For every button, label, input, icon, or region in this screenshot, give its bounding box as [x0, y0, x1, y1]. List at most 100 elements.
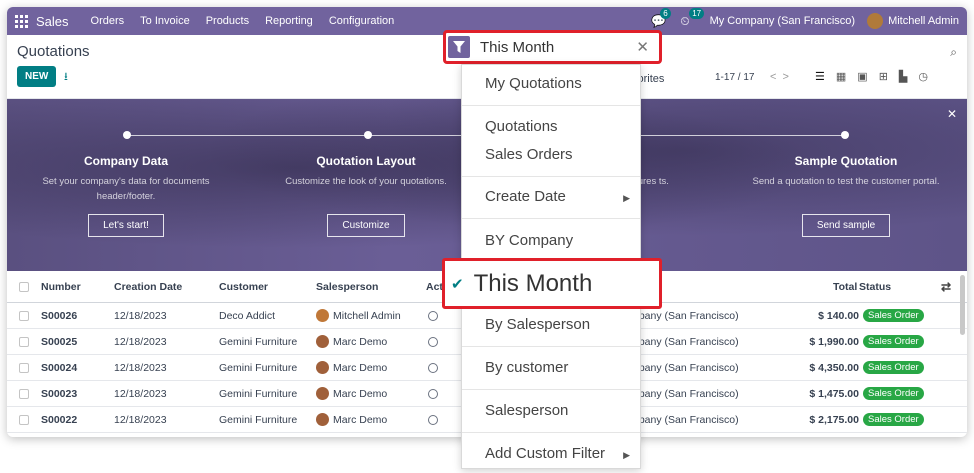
menu-reporting[interactable]: Reporting [265, 15, 313, 27]
filter-this-month-label: This Month [473, 269, 593, 297]
order-number: S00026 [41, 309, 78, 322]
pager-arrows[interactable]: <> [770, 71, 795, 83]
company-switcher[interactable]: My Company (San Francisco) [710, 15, 856, 27]
divider [462, 176, 640, 177]
column-creation-date[interactable]: Creation Date [114, 271, 182, 302]
avatar [316, 361, 329, 374]
user-name: Mitchell Admin [888, 15, 959, 27]
menu-products[interactable]: Products [206, 15, 249, 27]
avatar [316, 387, 329, 400]
step-description: Customize the look of your quotations. [285, 176, 447, 187]
pager-value[interactable]: 1-17 / 17 [715, 72, 754, 83]
close-icon[interactable]: ✕ [947, 107, 957, 121]
search-bar[interactable]: This Month ✕ [443, 30, 662, 64]
filter-icon [448, 36, 470, 58]
calendar-view-icon[interactable]: ▣ [857, 70, 867, 83]
chat-icon[interactable]: 💬 6 [651, 8, 671, 28]
column-activities[interactable]: Act [426, 271, 443, 302]
filter-my-quotations[interactable]: My Quotations [485, 75, 582, 92]
chat-badge: 6 [660, 8, 671, 19]
step-title: Quotation Layout [316, 154, 416, 168]
status-badge: Sales Order [863, 387, 924, 400]
activity-badge: 17 [689, 7, 705, 19]
filter-by-company[interactable]: BY Company [485, 232, 573, 249]
filter-sales-orders[interactable]: Sales Orders [485, 146, 573, 163]
menu-orders[interactable]: Orders [91, 15, 125, 27]
lets-start-button[interactable]: Let's start! [88, 214, 164, 237]
menu-to-invoice[interactable]: To Invoice [140, 15, 190, 27]
search-icon[interactable]: ⌕ [950, 45, 957, 60]
divider [462, 105, 640, 106]
vertical-scrollbar[interactable] [960, 275, 965, 335]
activity-clock-icon[interactable] [428, 310, 438, 321]
pivot-view-icon[interactable]: ⊞ [879, 70, 888, 83]
activity-clock-icon[interactable]: ⏲ 17 [680, 7, 705, 29]
divider [462, 389, 640, 390]
creation-date: 12/18/2023 [114, 387, 167, 400]
filter-this-month-selected[interactable]: ✔ This Month [442, 258, 662, 309]
search-facet-value: This Month [480, 38, 555, 56]
activity-clock-icon[interactable] [428, 336, 438, 347]
company: npany (San Francisco) [633, 387, 739, 400]
user-menu[interactable]: Mitchell Admin [867, 13, 959, 29]
total-amount: $ 4,350.00 [809, 361, 859, 374]
kanban-view-icon[interactable]: ▦ [836, 70, 846, 83]
salesperson: Marc Demo [333, 387, 388, 400]
row-checkbox[interactable] [19, 388, 29, 399]
filter-create-date[interactable]: Create Date [485, 188, 566, 205]
activity-clock-icon[interactable] [428, 388, 438, 399]
step-dot [123, 131, 131, 139]
activity-clock-icon[interactable] [428, 362, 438, 373]
column-customer[interactable]: Customer [219, 271, 268, 302]
avatar [316, 413, 329, 426]
step-description: Set your company's data for documents he… [42, 176, 210, 202]
app-name[interactable]: Sales [36, 14, 69, 29]
avatar [316, 335, 329, 348]
customer: Gemini Furniture [219, 413, 298, 426]
download-icon[interactable]: ⭳ [64, 68, 68, 87]
step-quotation-layout: Quotation Layout Customize the look of y… [271, 154, 461, 237]
menu-configuration[interactable]: Configuration [329, 15, 394, 27]
add-custom-filter[interactable]: Add Custom Filter [485, 445, 605, 462]
filter-quotations[interactable]: Quotations [485, 118, 558, 135]
divider [462, 346, 640, 347]
chevron-right-icon[interactable]: > [782, 71, 794, 83]
total-amount: $ 1,475.00 [809, 387, 859, 400]
total-amount: $ 140.00 [818, 309, 859, 322]
salesperson: Marc Demo [333, 361, 388, 374]
salesperson: Marc Demo [333, 335, 388, 348]
group-by-salesperson[interactable]: By Salesperson [485, 316, 590, 333]
row-checkbox[interactable] [19, 362, 29, 373]
send-sample-button[interactable]: Send sample [801, 214, 891, 237]
creation-date: 12/18/2023 [114, 309, 167, 322]
group-by-customer[interactable]: By customer [485, 359, 568, 376]
select-all-checkbox[interactable] [19, 271, 29, 302]
column-salesperson[interactable]: Salesperson [316, 271, 378, 302]
company: npany (San Francisco) [633, 413, 739, 426]
new-button[interactable]: NEW [17, 66, 57, 87]
graph-view-icon[interactable]: ▙ [899, 70, 907, 83]
activity-view-icon[interactable]: ◷ [918, 70, 928, 83]
filter-salesperson[interactable]: Salesperson [485, 402, 568, 419]
row-checkbox[interactable] [19, 310, 29, 321]
column-status[interactable]: Status [859, 271, 891, 302]
company: npany (San Francisco) [633, 361, 739, 374]
app-menu-icon[interactable] [15, 14, 28, 28]
customer: Gemini Furniture [219, 387, 298, 400]
column-number[interactable]: Number [41, 271, 81, 302]
column-total[interactable]: Total [833, 271, 857, 302]
customize-button[interactable]: Customize [327, 214, 405, 237]
customer: Deco Addict [219, 309, 276, 322]
step-dot [364, 131, 372, 139]
customer: Gemini Furniture [219, 361, 298, 374]
total-amount: $ 1,990.00 [809, 335, 859, 348]
row-checkbox[interactable] [19, 336, 29, 347]
creation-date: 12/18/2023 [114, 413, 167, 426]
optional-columns-icon[interactable]: ⇄ [941, 280, 951, 294]
list-view-icon[interactable]: ☰ [815, 70, 825, 83]
chevron-left-icon[interactable]: < [770, 71, 782, 83]
remove-facet-icon[interactable]: ✕ [636, 38, 649, 56]
row-checkbox[interactable] [19, 414, 29, 425]
activity-clock-icon[interactable] [428, 414, 438, 425]
order-number: S00022 [41, 413, 78, 426]
